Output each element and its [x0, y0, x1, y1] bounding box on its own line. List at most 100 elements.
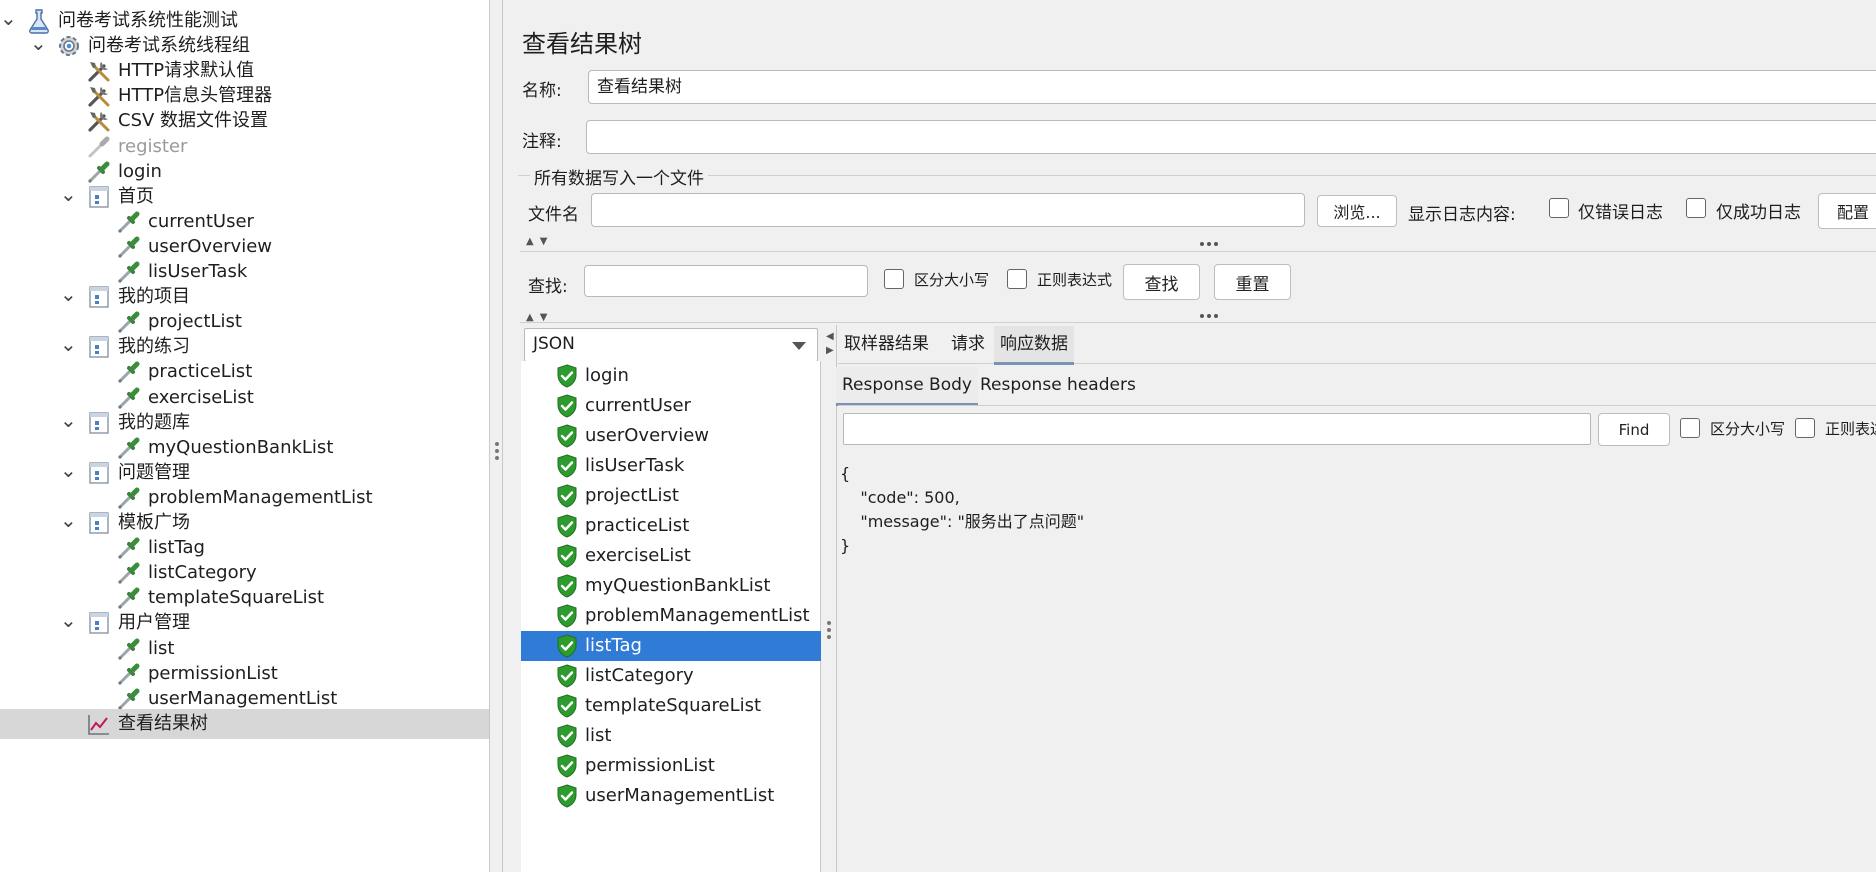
response-body: { "code": 500, "message": "服务出了点问题" } [840, 462, 1084, 558]
success-shield-icon [555, 424, 579, 448]
chevron-down-icon[interactable]: ⌄ [60, 184, 77, 205]
chevron-down-icon [792, 342, 806, 350]
gear-icon [56, 33, 82, 59]
chevron-down-icon[interactable]: ⌄ [60, 334, 77, 355]
splitter-grip[interactable] [495, 442, 499, 463]
response-regex-label: 正则表达 [1825, 420, 1876, 438]
response-case-sensitive-checkbox[interactable] [1680, 418, 1700, 438]
browse-button[interactable]: 浏览... [1317, 195, 1397, 227]
divider-grip-2[interactable] [1200, 314, 1218, 318]
chevron-down-icon[interactable]: ⌄ [0, 8, 17, 29]
controller-icon [86, 284, 112, 310]
pipette-icon [116, 636, 142, 662]
response-find-input[interactable] [843, 413, 1591, 445]
result-item-label: list [585, 725, 612, 746]
tab-sampler-result[interactable]: 取样器结果 [838, 326, 935, 362]
result-item-label: lisUserTask [585, 455, 685, 476]
comment-field[interactable] [586, 120, 1876, 154]
success-shield-icon [555, 694, 579, 718]
tab-request[interactable]: 请求 [945, 326, 991, 362]
result-item-label: practiceList [585, 515, 690, 536]
renderer-select[interactable]: JSON [524, 328, 818, 362]
chevron-down-icon[interactable]: ⌄ [60, 410, 77, 431]
filename-field[interactable] [591, 193, 1305, 227]
wrench-icon [86, 83, 112, 109]
result-item[interactable]: templateSquareList [521, 691, 821, 721]
controller-icon [86, 610, 112, 636]
chevron-down-icon[interactable]: ⌄ [60, 460, 77, 481]
name-label: 名称: [522, 81, 562, 101]
response-body-line: } [840, 536, 851, 555]
result-item[interactable]: exerciseList [521, 541, 821, 571]
results-splitter-grip[interactable] [827, 621, 831, 642]
reset-button[interactable]: 重置 [1214, 264, 1291, 300]
success-shield-icon [555, 454, 579, 478]
result-item[interactable]: problemManagementList [521, 601, 821, 631]
tab-response-data[interactable]: 响应数据 [994, 326, 1074, 365]
file-section-border [518, 175, 1876, 176]
result-item-label: problemManagementList [585, 605, 810, 626]
result-item[interactable]: permissionList [521, 751, 821, 781]
result-item[interactable]: practiceList [521, 511, 821, 541]
chevron-down-icon[interactable]: ⌄ [60, 510, 77, 531]
filename-label: 文件名 [528, 205, 579, 225]
result-item[interactable]: login [521, 361, 821, 391]
renderer-select-value: JSON [533, 334, 575, 354]
chevron-down-icon[interactable]: ⌄ [60, 610, 77, 631]
result-item-label: myQuestionBankList [585, 575, 771, 596]
wrench-icon [86, 108, 112, 134]
search-input[interactable] [584, 265, 868, 297]
case-sensitive-checkbox[interactable] [884, 269, 904, 289]
success-shield-icon [555, 514, 579, 538]
pipette-icon [116, 560, 142, 586]
regex-checkbox[interactable] [1007, 269, 1027, 289]
result-item[interactable]: listCategory [521, 661, 821, 691]
tree-item[interactable]: 查看结果树 [0, 708, 489, 739]
result-item[interactable]: lisUserTask [521, 451, 821, 481]
tree-splitter[interactable] [491, 0, 503, 872]
graph-icon [86, 711, 112, 737]
response-regex-checkbox[interactable] [1795, 418, 1815, 438]
pipette-icon [116, 234, 142, 260]
result-item[interactable]: currentUser [521, 391, 821, 421]
success-only-checkbox[interactable] [1686, 198, 1706, 218]
chevron-down-icon[interactable]: ⌄ [60, 284, 77, 305]
result-item-label: permissionList [585, 755, 715, 776]
subtab-response-headers[interactable]: Response headers [974, 367, 1142, 403]
response-find-button[interactable]: Find [1598, 413, 1670, 446]
page-title: 查看结果树 [522, 30, 642, 58]
result-item[interactable]: userOverview [521, 421, 821, 451]
result-item[interactable]: myQuestionBankList [521, 571, 821, 601]
pipette-icon [116, 259, 142, 285]
search-label: 查找: [528, 277, 568, 297]
collapse-arrows-1[interactable]: ▲▼ [526, 236, 553, 247]
results-splitter[interactable] [822, 325, 837, 872]
success-shield-icon [555, 394, 579, 418]
success-shield-icon [555, 574, 579, 598]
result-item-label: login [585, 365, 629, 386]
find-button[interactable]: 查找 [1123, 264, 1200, 300]
result-item[interactable]: list [521, 721, 821, 751]
divider-grip-1[interactable] [1200, 242, 1218, 246]
result-item-label: userOverview [585, 425, 710, 446]
success-shield-icon [555, 784, 579, 808]
view-results-tree-panel: 查看结果树 名称: 查看结果树 注释: 所有数据写入一个文件 文件名 浏览...… [504, 0, 1876, 872]
name-field[interactable]: 查看结果树 [588, 70, 1876, 104]
response-body-line: "message": "服务出了点问题" [840, 512, 1085, 531]
wrench-icon [86, 58, 112, 84]
result-item-label: userManagementList [585, 785, 775, 806]
result-item[interactable]: userManagementList [521, 781, 821, 811]
success-shield-icon [555, 604, 579, 628]
pipette-icon [116, 686, 142, 712]
file-section-title: 所有数据写入一个文件 [530, 164, 708, 189]
result-item[interactable]: projectList [521, 481, 821, 511]
chevron-down-icon[interactable]: ⌄ [30, 33, 47, 54]
success-shield-icon [555, 754, 579, 778]
configure-button[interactable]: 配置 [1818, 193, 1876, 229]
regex-label: 正则表达式 [1037, 271, 1113, 289]
test-plan-tree: ⌄ 问卷考试系统性能测试 ⌄ 问卷考试系统线程组 HTTP请求默认值 HTTP信息头管理器… [0, 0, 490, 872]
result-item[interactable]: listTag [521, 631, 821, 661]
subtab-divider [838, 405, 1876, 406]
errors-only-checkbox[interactable] [1549, 198, 1569, 218]
subtab-response-body[interactable]: Response Body [836, 367, 978, 406]
